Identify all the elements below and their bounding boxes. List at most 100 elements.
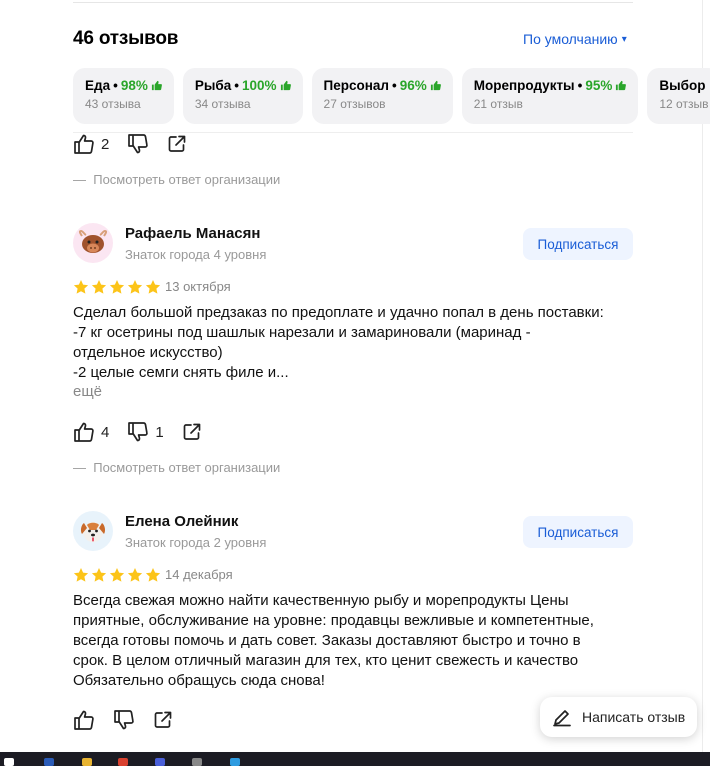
separator-dot: •	[234, 78, 239, 93]
chip-label: Рыба	[194, 78, 232, 93]
aspect-chip-choice[interactable]: Выбор 12 отзыв	[647, 68, 710, 124]
windows-start-icon[interactable]	[4, 758, 14, 766]
top-divider	[73, 0, 633, 3]
review-author[interactable]: Рафаель Манасян	[125, 225, 260, 242]
star-icon	[73, 280, 89, 294]
like-button[interactable]: 4	[73, 422, 109, 442]
separator-dot: •	[391, 78, 397, 93]
review-text: Всегда свежая можно найти качественную р…	[73, 591, 638, 691]
separator-dot: •	[113, 78, 118, 93]
aspect-chip-fish[interactable]: Рыба • 100% 34 отзыва	[182, 68, 303, 124]
like-count: 4	[101, 423, 110, 441]
prev-review-actions: 2	[73, 134, 205, 154]
avatar[interactable]	[73, 223, 113, 263]
dislike-count: 1	[155, 423, 164, 441]
chevron-down-icon: ▾	[621, 33, 627, 45]
thumb-down-icon	[128, 422, 149, 442]
review-text-line: отдельное искусство)	[73, 344, 223, 361]
thumb-up-icon	[74, 134, 94, 154]
review-text-line: срок. В целом отличный магазин для тех, …	[73, 652, 579, 669]
review-text-line: Обязательно обращусь сюда снова!	[73, 672, 325, 689]
folder-icon[interactable]	[82, 758, 92, 766]
share-icon	[183, 423, 201, 440]
review-text-line: -2 целые семги снять филе и...	[73, 364, 289, 381]
author-level: Знаток города 4 уровня	[125, 247, 267, 262]
subscribe-button[interactable]: Подписаться	[523, 516, 633, 548]
aspect-chip-seafood[interactable]: Морепродукты • 95% 21 отзыв	[461, 68, 639, 124]
thumb-up-icon	[74, 710, 94, 730]
browser-icon[interactable]	[118, 758, 128, 766]
thumb-down-icon	[128, 134, 149, 154]
yak-avatar-icon	[78, 230, 108, 253]
view-org-reply-link[interactable]: — Посмотреть ответ организации	[73, 460, 280, 475]
chip-label: Морепродукты	[473, 78, 575, 93]
thumb-up-icon	[74, 422, 94, 442]
review-date: 14 декабря	[165, 567, 233, 582]
share-button[interactable]	[167, 134, 187, 154]
like-button[interactable]	[73, 710, 95, 730]
sort-label: По умолчанию	[523, 31, 618, 47]
chip-percent: 96%	[399, 78, 427, 93]
chip-label: Персонал	[323, 78, 389, 93]
dislike-button[interactable]: 1	[127, 422, 164, 442]
thumb-up-icon	[280, 80, 291, 91]
star-icon	[145, 280, 161, 294]
review-text-line: Всегда свежая можно найти качественную р…	[73, 592, 569, 609]
app-icon[interactable]	[155, 758, 165, 766]
like-button[interactable]: 2	[73, 134, 109, 154]
star-icon	[109, 568, 125, 582]
telegram-icon[interactable]	[230, 758, 240, 766]
org-reply-label: Посмотреть ответ организации	[93, 460, 281, 475]
star-icon	[91, 568, 107, 582]
share-button[interactable]	[153, 710, 173, 730]
chip-label: Еда	[85, 78, 111, 93]
thumb-up-icon	[151, 80, 162, 91]
review-text: Сделал большой предзаказ по предоплате и…	[73, 303, 638, 383]
dislike-button[interactable]	[127, 134, 149, 154]
review-text-line: всегда готовы помочь и дать совет. Заказ…	[73, 632, 581, 649]
app-icon[interactable]	[192, 758, 202, 766]
star-icon	[145, 568, 161, 582]
like-count: 2	[101, 135, 110, 153]
word-icon[interactable]	[44, 758, 54, 766]
star-icon	[109, 280, 125, 294]
review-text-line: приятные, обслуживание на уровне: продав…	[73, 612, 594, 629]
reviews-count-title: 46 отзывов	[73, 28, 179, 49]
chip-label: Выбор	[659, 78, 706, 93]
chip-percent: 95%	[585, 78, 613, 93]
rating-stars	[73, 279, 161, 295]
review-author[interactable]: Елена Олейник	[125, 513, 238, 530]
chip-percent: 98%	[120, 78, 148, 93]
review-text-line: Сделал большой предзаказ по предоплате и…	[73, 304, 604, 321]
author-level: Знаток города 2 уровня	[125, 535, 267, 550]
chip-count: 21 отзыв	[473, 97, 523, 111]
os-taskbar	[0, 752, 710, 766]
avatar[interactable]	[73, 511, 113, 551]
share-button[interactable]	[182, 422, 202, 442]
share-icon	[154, 711, 172, 728]
star-icon	[127, 280, 143, 294]
share-icon	[168, 135, 186, 152]
show-more-link[interactable]: ещё	[73, 383, 102, 400]
thumb-up-icon	[616, 80, 627, 91]
divider	[73, 132, 633, 133]
aspect-chips: Еда • 98% 43 отзыва Рыба • 100% 34 отзыва Пе…	[73, 68, 710, 124]
view-org-reply-link[interactable]: — Посмотреть ответ организации	[73, 172, 280, 187]
write-review-label: Написать отзыв	[582, 709, 686, 725]
chip-percent: 100%	[241, 78, 277, 93]
rating-stars	[73, 567, 161, 583]
dislike-button[interactable]	[113, 710, 135, 730]
subscribe-button[interactable]: Подписаться	[523, 228, 633, 260]
aspect-chip-staff[interactable]: Персонал • 96% 27 отзывов	[311, 68, 453, 124]
pencil-icon	[553, 710, 571, 727]
sort-dropdown[interactable]: По умолчанию ▾	[523, 31, 627, 47]
review-actions: 4 1	[73, 422, 220, 442]
separator-dot: •	[577, 78, 583, 93]
aspect-chip-food[interactable]: Еда • 98% 43 отзыва	[73, 68, 174, 124]
star-icon	[127, 568, 143, 582]
thumb-down-icon	[114, 710, 134, 730]
chip-count: 27 отзывов	[323, 97, 386, 111]
review-actions	[73, 710, 191, 730]
write-review-button[interactable]: Написать отзыв	[540, 697, 697, 737]
review-date: 13 октября	[165, 279, 231, 294]
